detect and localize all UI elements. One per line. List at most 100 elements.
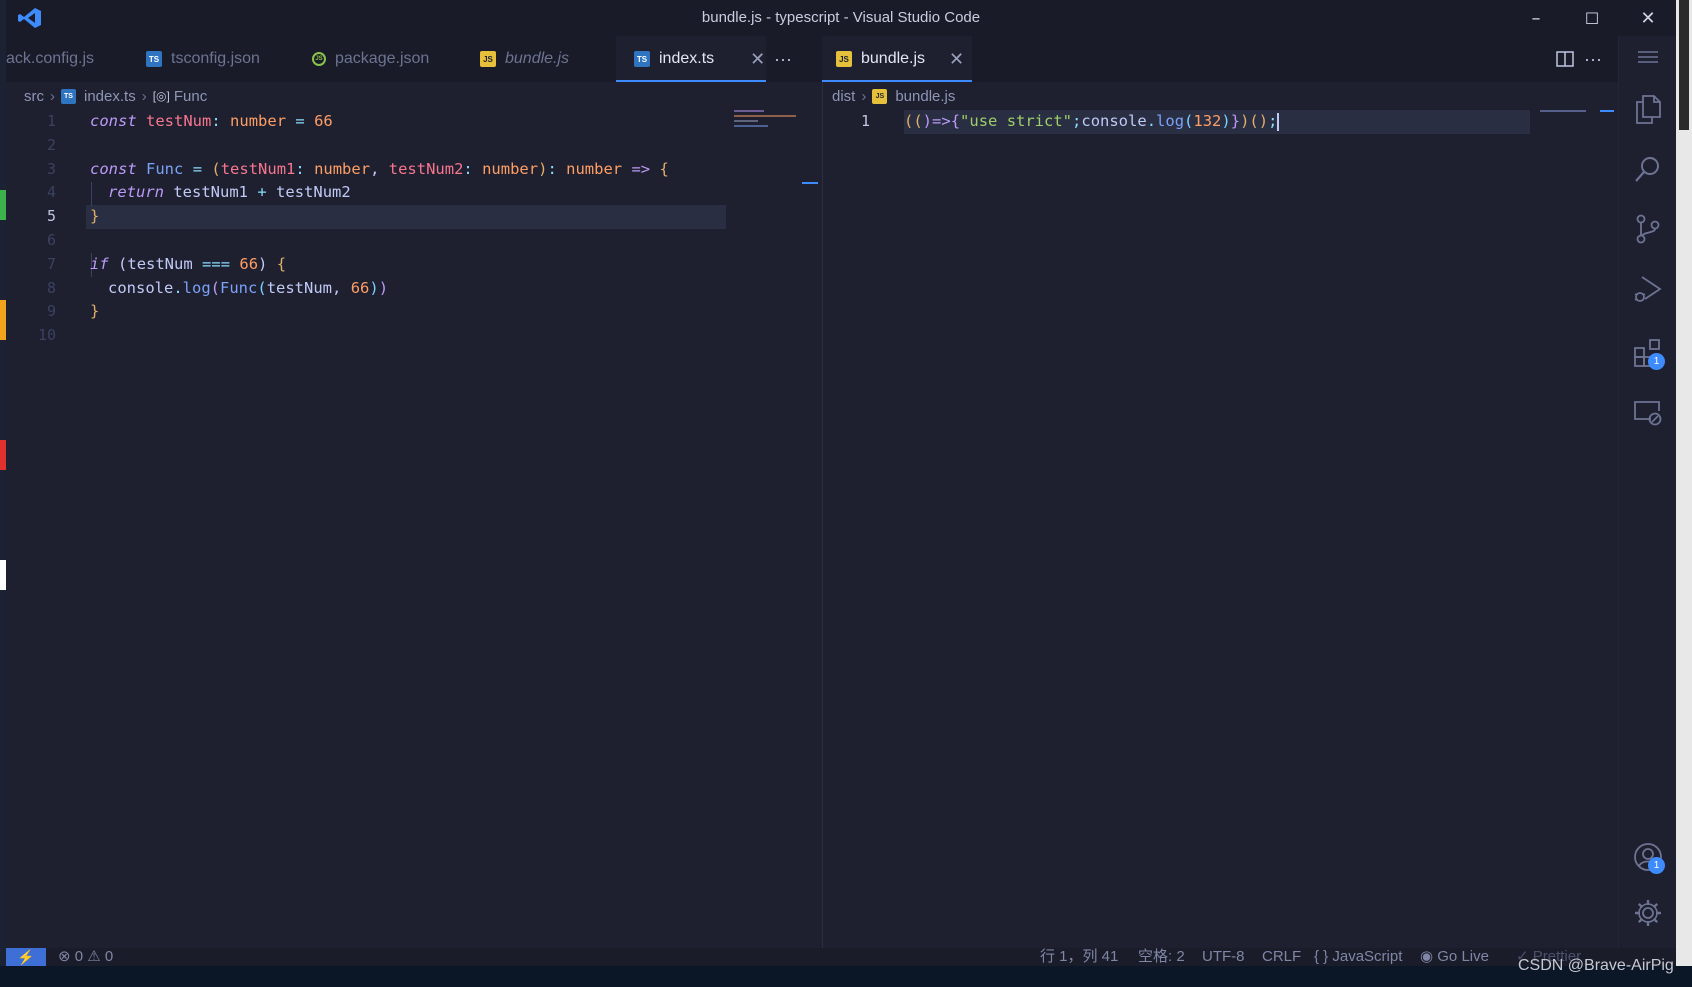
punct: ; — [1072, 112, 1082, 130]
operator: = — [295, 112, 305, 130]
number: 66 — [314, 112, 333, 130]
breadcrumb-left: src › TS index.ts › [◎] Func — [24, 82, 207, 110]
line-number: 3 — [46, 159, 56, 178]
typescript-file-icon: TS — [634, 51, 650, 67]
bracket: ( — [257, 278, 267, 297]
search-icon[interactable] — [1629, 150, 1667, 188]
bracket: ( — [210, 278, 221, 297]
desktop-right-edge — [1676, 0, 1692, 966]
source-control-icon[interactable] — [1629, 210, 1667, 248]
go-live-label: Go Live — [1437, 948, 1489, 965]
broadcast-icon: ◉ — [1420, 948, 1434, 965]
identifier: Func — [146, 159, 184, 178]
line-number: 1 — [860, 112, 870, 130]
account-icon[interactable]: 1 — [1629, 838, 1667, 876]
number: 66 — [350, 278, 370, 297]
line-number: 8 — [46, 278, 56, 297]
extensions-badge: 1 — [1648, 353, 1665, 370]
tab-index-ts[interactable]: TS index.ts ✕ — [616, 36, 766, 82]
more-actions-icon[interactable]: ··· — [774, 36, 810, 82]
editor-bundle-js[interactable]: 1 (()=>{"use strict";console.log(132)})(… — [824, 110, 1618, 948]
bracket: { — [276, 254, 287, 273]
number: 66 — [239, 254, 259, 273]
chevron-right-icon: › — [861, 87, 867, 105]
menu-icon[interactable] — [1629, 38, 1667, 76]
warning-count: 0 — [104, 948, 114, 965]
line-number: 1 — [46, 112, 56, 130]
tab-label: ack.config.js — [6, 50, 95, 67]
extensions-icon[interactable]: 1 — [1629, 334, 1667, 372]
typescript-file-icon: TS — [61, 88, 76, 104]
type: number — [482, 159, 539, 178]
cursor-position[interactable]: 行 1，列 41 — [1040, 948, 1118, 966]
editor-group-divider[interactable] — [822, 82, 823, 948]
account-badge: 1 — [1648, 857, 1665, 874]
close-window-button[interactable]: ✕ — [1620, 0, 1676, 36]
tab-label: bundle.js — [861, 50, 926, 67]
bracket: } — [1230, 112, 1241, 130]
keyword: if — [90, 254, 109, 273]
close-tab-icon[interactable]: ✕ — [949, 49, 964, 70]
line-number: 9 — [46, 302, 56, 321]
close-tab-icon[interactable]: ✕ — [750, 49, 765, 70]
operator: => — [631, 159, 651, 178]
breadcrumb-file[interactable]: index.ts — [84, 88, 136, 105]
editor-index-ts[interactable]: 1 2 3 4 5 6 7 8 9 10 const testNum: numb… — [6, 110, 818, 948]
minimize-button[interactable]: – — [1508, 0, 1564, 36]
punct: : — [547, 159, 557, 178]
identifier: testNum1 — [173, 183, 248, 202]
breadcrumb-file[interactable]: bundle.js — [895, 88, 955, 105]
tab-tsconfig[interactable]: TS tsconfig.json — [146, 36, 306, 82]
bracket: ) — [378, 278, 389, 297]
line-ending[interactable]: CRLF — [1262, 948, 1301, 966]
bracket: () — [1249, 112, 1269, 130]
remote-explorer-icon[interactable] — [1629, 394, 1667, 432]
minimap[interactable] — [734, 110, 804, 130]
tab-package-json[interactable]: JS package.json — [312, 36, 472, 82]
encoding[interactable]: UTF-8 — [1202, 948, 1245, 966]
bracket: } — [90, 302, 100, 321]
language-mode[interactable]: { } JavaScript — [1314, 948, 1402, 966]
punct: : — [463, 159, 473, 178]
tab-webpack-config[interactable]: ack.config.js — [6, 36, 118, 82]
operator: = — [192, 159, 203, 178]
remote-indicator-button[interactable]: ⚡ — [6, 948, 46, 966]
left-tab-bar: ack.config.js TS tsconfig.json JS packag… — [6, 36, 814, 82]
tab-label: package.json — [335, 50, 430, 67]
more-actions-icon[interactable]: ··· — [1584, 36, 1614, 82]
tab-bundle-js[interactable]: JS bundle.js ✕ — [822, 36, 972, 82]
identifier: testNum — [127, 254, 193, 273]
line-number: 5 — [46, 207, 56, 226]
split-editor-icon[interactable] — [1556, 50, 1574, 68]
identifier: testNum — [266, 278, 333, 297]
breadcrumb-folder[interactable]: dist — [832, 88, 855, 105]
gear-icon[interactable] — [1629, 894, 1667, 932]
indentation[interactable]: 空格: 2 — [1138, 948, 1185, 966]
breadcrumb-symbol[interactable]: Func — [174, 88, 207, 105]
explorer-icon[interactable] — [1629, 90, 1667, 128]
method: log — [182, 278, 211, 297]
tab-label: index.ts — [659, 50, 715, 67]
problems-button[interactable]: ⊗ 0 ⚠ 0 — [58, 948, 113, 966]
activity-bar: 1 1 — [1618, 36, 1676, 948]
code-line-4: return testNum1 + testNum2 — [108, 181, 351, 205]
breadcrumb-folder[interactable]: src — [24, 88, 44, 105]
desktop-taskbar-edge — [0, 966, 1692, 987]
identifier: testNum2 — [276, 183, 351, 202]
maximize-button[interactable]: ☐ — [1564, 0, 1620, 36]
right-tab-bar: JS bundle.js ✕ ··· — [814, 36, 1618, 82]
bracket: { — [659, 159, 669, 178]
identifier: testNum — [146, 112, 212, 130]
go-live-button[interactable]: ◉ Go Live — [1420, 948, 1489, 966]
bracket: ( — [118, 254, 128, 273]
keyword: const — [90, 112, 137, 130]
punct: : — [211, 112, 221, 130]
tab-bundle-js-preview[interactable]: JS bundle.js — [480, 36, 620, 82]
run-debug-icon[interactable] — [1629, 270, 1667, 308]
minimap[interactable] — [1540, 110, 1586, 112]
line-number: 2 — [46, 135, 56, 154]
type: number — [314, 159, 371, 178]
bracket: ) — [369, 278, 379, 297]
text-cursor — [1277, 112, 1280, 131]
tab-label: bundle.js — [505, 50, 570, 67]
